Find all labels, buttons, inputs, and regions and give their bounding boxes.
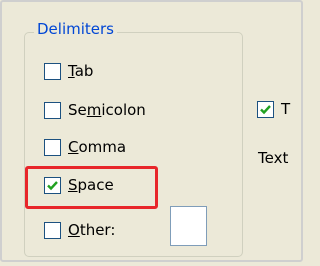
other-checkbox-label[interactable]: Other: bbox=[68, 220, 115, 240]
other-checkbox[interactable]: Other: bbox=[44, 219, 115, 241]
text-label: Text bbox=[258, 149, 289, 167]
right-checkbox[interactable]: T bbox=[257, 98, 290, 120]
comma-checkbox[interactable]: Comma bbox=[44, 136, 126, 158]
delimiters-groupbox-title: Delimiters bbox=[34, 19, 117, 39]
space-checkbox[interactable]: Space bbox=[44, 174, 114, 196]
right-checkbox-box[interactable] bbox=[257, 100, 274, 118]
other-delimiter-input[interactable] bbox=[170, 206, 207, 246]
semicolon-checkbox[interactable]: Semicolon bbox=[44, 99, 146, 121]
semicolon-checkbox-box[interactable] bbox=[44, 101, 61, 119]
other-checkbox-box[interactable] bbox=[44, 221, 61, 239]
tab-checkbox[interactable]: Tab bbox=[44, 60, 93, 82]
checkmark-icon bbox=[47, 180, 58, 190]
space-checkbox-box[interactable] bbox=[44, 176, 61, 194]
comma-checkbox-label[interactable]: Comma bbox=[68, 137, 126, 157]
semicolon-checkbox-label[interactable]: Semicolon bbox=[68, 100, 146, 120]
space-checkbox-label[interactable]: Space bbox=[68, 175, 114, 195]
tab-checkbox-label[interactable]: Tab bbox=[68, 61, 93, 81]
comma-checkbox-box[interactable] bbox=[44, 138, 61, 156]
checkmark-icon bbox=[260, 104, 271, 114]
tab-checkbox-box[interactable] bbox=[44, 62, 61, 80]
right-checkbox-label[interactable]: T bbox=[281, 99, 290, 119]
